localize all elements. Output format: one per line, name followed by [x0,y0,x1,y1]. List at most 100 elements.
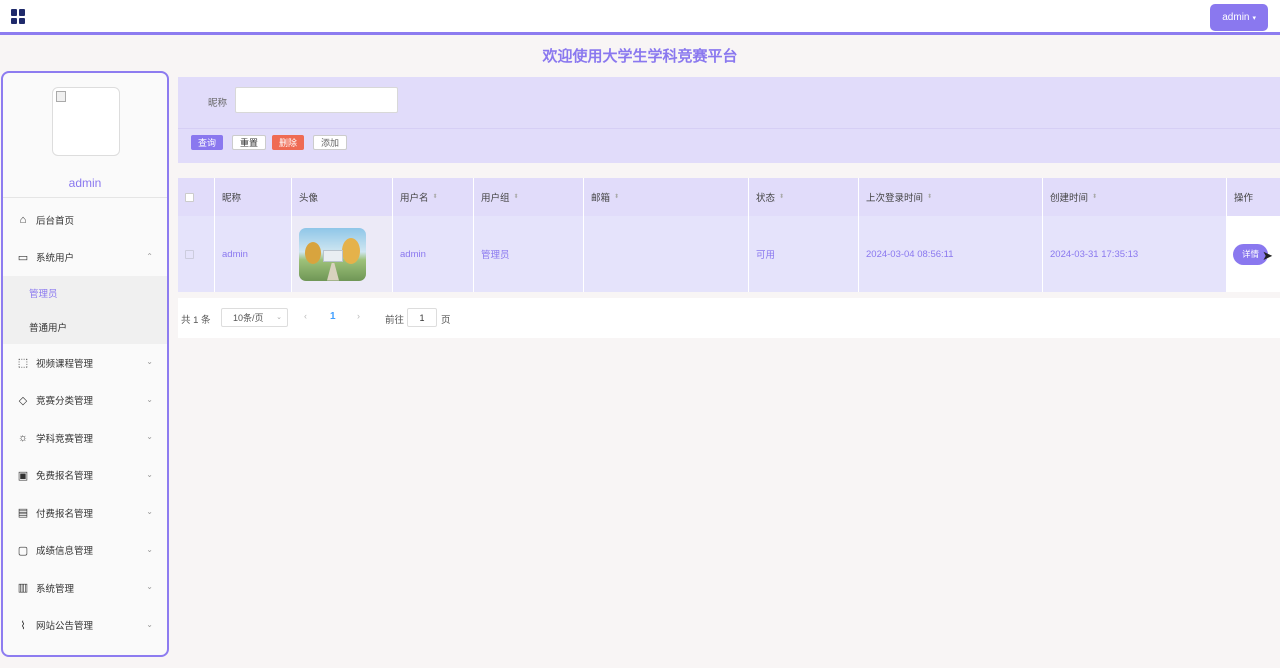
nickname-search-input[interactable] [235,87,398,113]
nickname-label: 昵称 [208,98,228,109]
header-email[interactable]: 邮箱 ⬍ [584,178,749,216]
inbox-icon: ▣ [17,469,29,482]
cell-group: 管理员 [474,216,584,292]
cell-last-login: 2024-03-04 08:56:11 [859,216,1043,292]
submenu-system-users: 管理员 普通用户 [3,276,167,344]
chevron-down-icon: ⌄ [146,619,153,629]
sidebar-item-competitions[interactable]: ☼ 学科竞赛管理 ⌄ [3,419,167,457]
sidebar-item-free-registration[interactable]: ▣ 免费报名管理 ⌄ [3,457,167,495]
sidebar-item-system-users[interactable]: ▭ 系统用户 ⌃ [3,239,167,277]
reset-button[interactable]: 重置 [232,135,267,150]
sidebar-item-scores[interactable]: ▢ 成绩信息管理 ⌄ [3,532,167,570]
tree-shape [305,241,321,264]
sidebar-item-home[interactable]: ⌂ 后台首页 [3,201,167,239]
search-panel: 昵称 查询 重置 删除 添加 [178,77,1280,163]
cell-status: 可用 [749,216,859,292]
avatar-image [299,227,366,281]
cell-nickname: admin [215,216,292,292]
paperclip-icon: ⌇ [20,619,26,632]
delete-button[interactable]: 删除 [272,135,305,150]
sidebar-item-label: 视频课程管理 [36,358,94,370]
mouse-cursor-icon: ➤ [1262,248,1273,263]
sidebar-item-administrators[interactable]: 管理员 [3,276,167,310]
monitor-icon: ▭ [17,251,29,264]
sidebar-item-label: 网站公告管理 [36,621,94,633]
header-group[interactable]: 用户组 ⬍ [474,178,584,216]
row-select-cell [178,216,215,292]
chevron-down-icon: ⌄ [146,432,153,441]
sort-icon[interactable]: ⬍ [927,194,932,200]
header-actions: 操作 [1234,193,1254,204]
sidebar-item-label: 后台首页 [36,215,75,227]
top-bar: admin ▾ [0,0,1280,35]
home-icon: ⌂ [19,213,27,226]
sidebar-item-label: 付费报名管理 [36,508,94,520]
app-grid-icon[interactable] [11,9,26,24]
sidebar-item-competition-categories[interactable]: ◇ 竞赛分类管理 ⌄ [3,382,167,420]
tree-shape [342,237,360,264]
table-row: admin admin 管理员 可用 2024-03-04 08:56:11 2… [178,216,1280,292]
page-size-select[interactable]: 10条/页 ⌄ [221,308,288,327]
sidebar-item-system-management[interactable]: ▥ 系统管理 ⌄ [3,569,167,607]
sun-icon: ☼ [17,431,29,444]
row-checkbox[interactable] [185,249,194,259]
site-title: 欢迎使用大学生学科竞赛平台 [542,48,738,65]
sidebar-item-label: 成绩信息管理 [36,546,94,558]
sidebar: admin ⌂ 后台首页 ▭ 系统用户 ⌃ 管理员 普通用户 ⬚ 视频课程管理 … [1,71,169,657]
goto-page-input[interactable]: 1 [407,308,437,327]
cell-username: admin [393,216,474,292]
header-label: 状态 [756,193,776,204]
page-unit-label: 页 [441,315,451,326]
sidebar-item-announcements[interactable]: ⌇ 网站公告管理 ⌄ [3,607,167,645]
select-all-cell [178,178,215,216]
cell-avatar [292,216,393,292]
clipboard-icon: ▤ [17,507,29,520]
divider [178,128,1280,129]
user-menu-button[interactable]: admin ▾ [1210,4,1268,31]
sort-icon[interactable]: ⬍ [779,194,784,200]
broken-image-icon [56,91,66,102]
bookmark-icon: ⬚ [17,357,29,370]
chevron-down-icon: ⌄ [146,507,153,516]
header-label: 邮箱 [591,193,611,204]
sidebar-item-paid-registration[interactable]: ▤ 付费报名管理 ⌄ [3,494,167,532]
chevron-down-icon: ⌄ [276,314,282,321]
select-all-checkbox[interactable] [185,192,194,202]
avatar [52,87,120,156]
header-last-login[interactable]: 上次登录时间 ⬍ [859,178,1043,216]
header-label: 创建时间 [1050,193,1089,204]
sort-icon[interactable]: ⬍ [614,194,619,200]
prev-page-button[interactable]: ‹ [304,311,307,321]
header-label: 上次登录时间 [866,193,924,204]
chevron-down-icon: ⌄ [146,394,153,404]
chevron-up-icon: ⌃ [146,251,153,261]
header-label: 用户名 [400,193,429,204]
users-table: 昵称 头像 用户名 ⬍ 用户组 ⬍ 邮箱 ⬍ 状态 ⬍ 上次登录时间 ⬍ 创建时间 ⬍ 操作… [178,178,1280,292]
sort-icon[interactable]: ⬍ [514,194,519,200]
chevron-down-icon: ▾ [1252,14,1256,22]
sort-icon[interactable]: ⬍ [1092,194,1097,200]
next-page-button[interactable]: › [357,311,360,321]
archive-icon: ▥ [17,582,29,595]
total-count: 共 1 条 [181,315,211,326]
header-created[interactable]: 创建时间 ⬍ [1043,178,1227,216]
sidebar-item-video-courses[interactable]: ⬚ 视频课程管理 ⌄ [3,344,167,382]
chevron-down-icon: ⌄ [146,582,153,591]
sidebar-item-regular-users[interactable]: 普通用户 [3,310,167,344]
user-menu-label: admin [1222,12,1250,23]
sidebar-item-label: 竞赛分类管理 [36,396,94,408]
path-shape [327,262,339,281]
query-button[interactable]: 查询 [191,135,224,150]
divider [3,197,167,198]
page-size-value: 10条/页 [233,313,264,323]
chevron-down-icon: ⌄ [146,357,153,366]
table-header: 昵称 头像 用户名 ⬍ 用户组 ⬍ 邮箱 ⬍ 状态 ⬍ 上次登录时间 ⬍ 创建时间 ⬍ 操作 [178,178,1280,216]
header-username[interactable]: 用户名 ⬍ [393,178,474,216]
header-status[interactable]: 状态 ⬍ [749,178,859,216]
tag-icon: ◇ [18,394,28,407]
add-button[interactable]: 添加 [313,135,348,150]
cell-created: 2024-03-31 17:35:13 [1043,216,1227,292]
sort-icon[interactable]: ⬍ [433,194,438,200]
page-number-current[interactable]: 1 [330,311,336,322]
sidebar-username: admin [68,176,102,190]
